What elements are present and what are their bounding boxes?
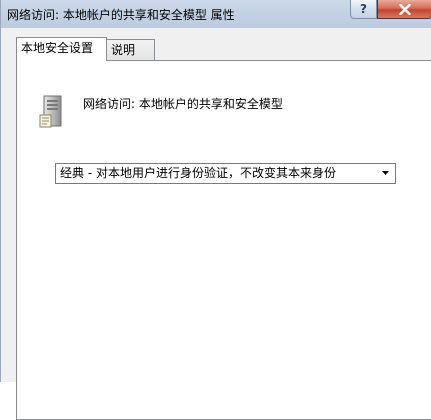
help-button[interactable]: ? <box>350 0 377 19</box>
dropdown-selected-value: 经典 - 对本地用户进行身份验证，不改变其本来身份 <box>57 165 374 182</box>
dialog-client-area: 本地安全设置 说明 网络访问: 本地帐户的共享和安全模型 经典 - 对本地用户进… <box>8 28 431 420</box>
dropdown-button[interactable] <box>376 164 395 183</box>
policy-name: 网络访问: 本地帐户的共享和安全模型 <box>83 97 283 111</box>
tab-label: 说明 <box>111 43 136 57</box>
chevron-down-icon <box>382 171 389 175</box>
tab-panel: 网络访问: 本地帐户的共享和安全模型 经典 - 对本地用户进行身份验证，不改变其… <box>16 60 431 420</box>
tab-label: 本地安全设置 <box>21 41 94 55</box>
properties-dialog: 网络访问: 本地帐户的共享和安全模型 属性 ? 本地安全设置 说明 网络访问: … <box>0 0 431 420</box>
window-title: 网络访问: 本地帐户的共享和安全模型 属性 <box>7 8 235 22</box>
security-model-dropdown[interactable]: 经典 - 对本地用户进行身份验证，不改变其本来身份 <box>55 163 396 184</box>
close-button[interactable] <box>377 0 431 19</box>
title-bar[interactable]: 网络访问: 本地帐户的共享和安全模型 属性 ? <box>1 0 431 28</box>
close-icon <box>399 4 411 15</box>
server-icon <box>39 95 62 128</box>
tab-explain[interactable]: 说明 <box>106 39 155 61</box>
tab-local-security-setting[interactable]: 本地安全设置 <box>16 37 107 61</box>
